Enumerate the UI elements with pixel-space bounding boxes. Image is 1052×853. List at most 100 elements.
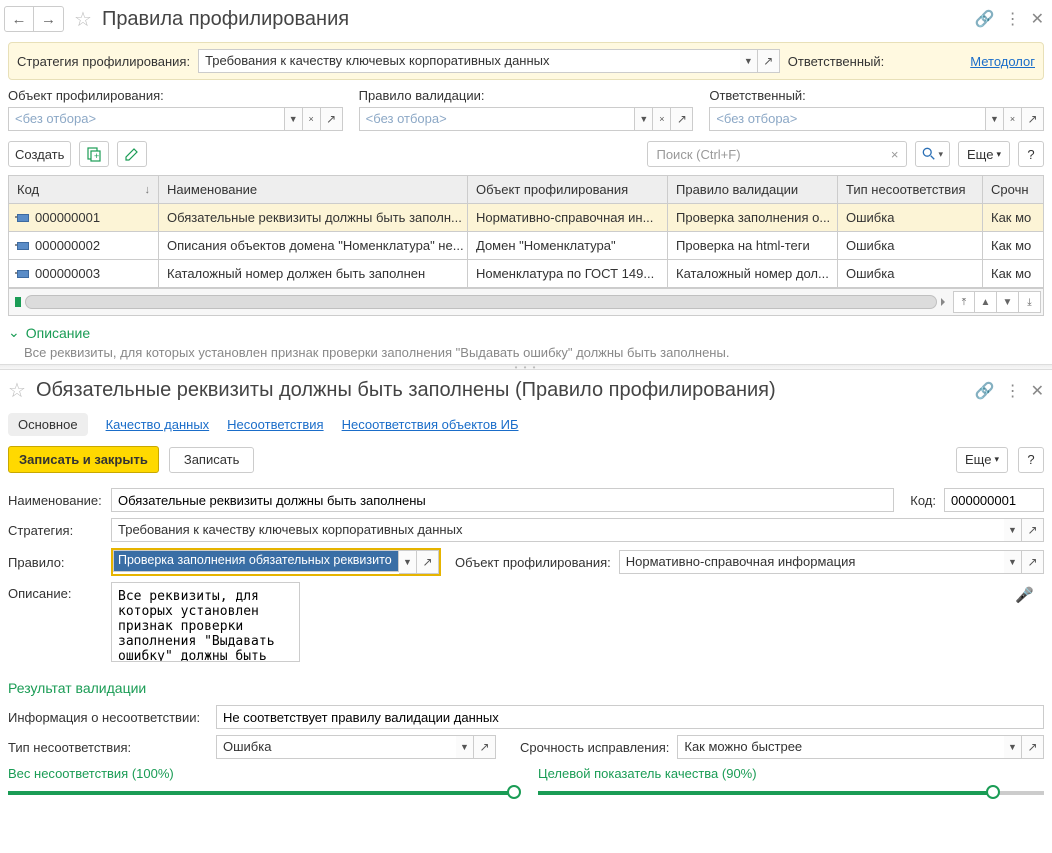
filter-responsible-dropdown[interactable]: ▼ <box>986 107 1004 131</box>
link-icon[interactable]: 🔗 <box>975 381 995 401</box>
urg-open[interactable]: ↗ <box>1022 735 1044 759</box>
save-close-button[interactable]: Записать и закрыть <box>8 446 159 473</box>
filter-object-open[interactable]: ↗ <box>321 107 343 131</box>
tab-main[interactable]: Основное <box>8 413 88 436</box>
detail-more-button[interactable]: Еще ▾ <box>956 447 1008 473</box>
desc-label: Описание: <box>8 582 103 601</box>
create-button[interactable]: Создать <box>8 141 71 167</box>
col-type[interactable]: Тип несоответствия <box>838 176 983 204</box>
filter-object-input[interactable]: <без отбора> <box>8 107 285 131</box>
filter-rule-clear[interactable]: × <box>653 107 671 131</box>
kebab-icon[interactable]: ⋮ <box>1005 9 1021 29</box>
col-rule[interactable]: Правило валидации <box>668 176 838 204</box>
code-label: Код: <box>910 493 936 508</box>
search-button[interactable]: ▾ <box>915 141 950 167</box>
filter-responsible-clear[interactable]: × <box>1004 107 1022 131</box>
mic-icon[interactable]: 🎤 <box>1015 586 1038 604</box>
info-label: Информация о несоответствии: <box>8 710 208 725</box>
link-icon[interactable]: 🔗 <box>975 9 995 29</box>
close-icon[interactable]: ✕ <box>1031 9 1044 29</box>
table-row[interactable]: 000000001 Обязательные реквизиты должны … <box>9 204 1043 232</box>
filter-object-clear[interactable]: × <box>303 107 321 131</box>
horizontal-scrollbar[interactable] <box>25 295 937 309</box>
type-dropdown[interactable]: ▼ <box>456 735 474 759</box>
weight-slider-thumb[interactable] <box>507 785 521 799</box>
strategy-open-2[interactable]: ↗ <box>1022 518 1044 542</box>
detail-help-button[interactable]: ? <box>1018 447 1044 473</box>
more-button[interactable]: Еще ▾ <box>958 141 1010 167</box>
filter-responsible-input[interactable]: <без отбора> <box>709 107 986 131</box>
star-icon[interactable]: ☆ <box>70 7 96 32</box>
nav-back-button[interactable]: ← <box>4 6 34 32</box>
obj-open[interactable]: ↗ <box>1022 550 1044 574</box>
type-input[interactable]: Ошибка <box>216 735 456 759</box>
filter-rule-dropdown[interactable]: ▼ <box>635 107 653 131</box>
rule-select-highlighted[interactable]: Проверка заполнения обязательных реквизи… <box>111 548 441 576</box>
responsible-link[interactable]: Методолог <box>970 54 1035 69</box>
star-icon[interactable]: ☆ <box>4 378 30 403</box>
rule-input[interactable]: Проверка заполнения обязательных реквизи… <box>113 550 399 572</box>
type-open[interactable]: ↗ <box>474 735 496 759</box>
description-toggle[interactable]: ⌄ Описание <box>8 324 1044 341</box>
target-slider-thumb[interactable] <box>986 785 1000 799</box>
rule-open[interactable]: ↗ <box>417 550 439 574</box>
urg-input[interactable]: Как можно быстрее <box>677 735 1004 759</box>
tab-quality[interactable]: Качество данных <box>106 413 210 436</box>
table-row[interactable]: 000000002 Описания объектов домена "Номе… <box>9 232 1043 260</box>
code-input[interactable] <box>944 488 1044 512</box>
tab-issues[interactable]: Несоответствия <box>227 413 323 436</box>
row-icon <box>17 270 29 278</box>
detail-titlebar: ☆ Обязательные реквизиты должны быть зап… <box>0 370 1052 409</box>
strategy-value[interactable]: Требования к качеству ключевых корпорати… <box>198 49 740 73</box>
col-obj[interactable]: Объект профилирования <box>468 176 668 204</box>
weight-slider[interactable] <box>8 791 514 795</box>
save-button[interactable]: Записать <box>169 447 255 473</box>
col-name[interactable]: Наименование <box>159 176 468 204</box>
svg-text:+: + <box>94 151 99 161</box>
urg-dropdown[interactable]: ▼ <box>1004 735 1022 759</box>
target-slider-block: Целевой показатель качества (90%) <box>538 766 1044 795</box>
type-label: Тип несоответствия: <box>8 740 208 755</box>
filter-object-dropdown[interactable]: ▼ <box>285 107 303 131</box>
strategy-label-2: Стратегия: <box>8 523 103 538</box>
search-box[interactable]: × <box>647 141 907 167</box>
row-icon <box>17 214 29 222</box>
edit-button[interactable] <box>117 141 147 167</box>
toolbar: Создать + × ▾ Еще ▾ ? <box>0 131 1052 175</box>
rule-dropdown[interactable]: ▼ <box>399 550 417 574</box>
help-button[interactable]: ? <box>1018 141 1044 167</box>
grid-last-button[interactable]: ⤓ <box>1019 291 1041 313</box>
obj-input[interactable]: Нормативно-справочная информация <box>619 550 1004 574</box>
row-rule: Правило: Проверка заполнения обязательны… <box>0 545 1052 579</box>
strategy-dropdown-button[interactable]: ▼ <box>740 49 758 73</box>
description-block: ⌄ Описание Все реквизиты, для которых ус… <box>8 324 1044 360</box>
grid-first-button[interactable]: ⤒ <box>953 291 975 313</box>
result-section-title: Результат валидации <box>8 680 1044 696</box>
search-input[interactable] <box>654 146 886 163</box>
strategy-input[interactable]: Требования к качеству ключевых корпорати… <box>111 518 1004 542</box>
filter-rule-input[interactable]: <без отбора> <box>359 107 636 131</box>
close-icon[interactable]: ✕ <box>1031 381 1044 401</box>
info-input[interactable] <box>216 705 1044 729</box>
obj-dropdown[interactable]: ▼ <box>1004 550 1022 574</box>
filter-responsible-open[interactable]: ↗ <box>1022 107 1044 131</box>
strategy-dropdown-2[interactable]: ▼ <box>1004 518 1022 542</box>
tab-issues-ib[interactable]: Несоответствия объектов ИБ <box>342 413 519 436</box>
grid-down-button[interactable]: ▼ <box>997 291 1019 313</box>
col-code[interactable]: Код↓ <box>9 176 159 204</box>
target-slider[interactable] <box>538 791 1044 795</box>
grid-up-button[interactable]: ▲ <box>975 291 997 313</box>
detail-button-row: Записать и закрыть Записать Еще ▾ ? <box>0 446 1052 485</box>
copy-button[interactable]: + <box>79 141 109 167</box>
strategy-select[interactable]: Требования к качеству ключевых корпорати… <box>198 49 780 73</box>
filter-rule-open[interactable]: ↗ <box>671 107 693 131</box>
col-urgency[interactable]: Срочн <box>983 176 1043 204</box>
table-row[interactable]: 000000003 Каталожный номер должен быть з… <box>9 260 1043 288</box>
kebab-icon[interactable]: ⋮ <box>1005 381 1021 401</box>
nav-forward-button[interactable]: → <box>34 6 64 32</box>
strategy-open-button[interactable]: ↗ <box>758 49 780 73</box>
name-input[interactable] <box>111 488 894 512</box>
desc-textarea[interactable] <box>111 582 300 662</box>
search-clear-icon[interactable]: × <box>887 147 903 162</box>
rules-grid: Код↓ Наименование Объект профилирования … <box>8 175 1044 289</box>
